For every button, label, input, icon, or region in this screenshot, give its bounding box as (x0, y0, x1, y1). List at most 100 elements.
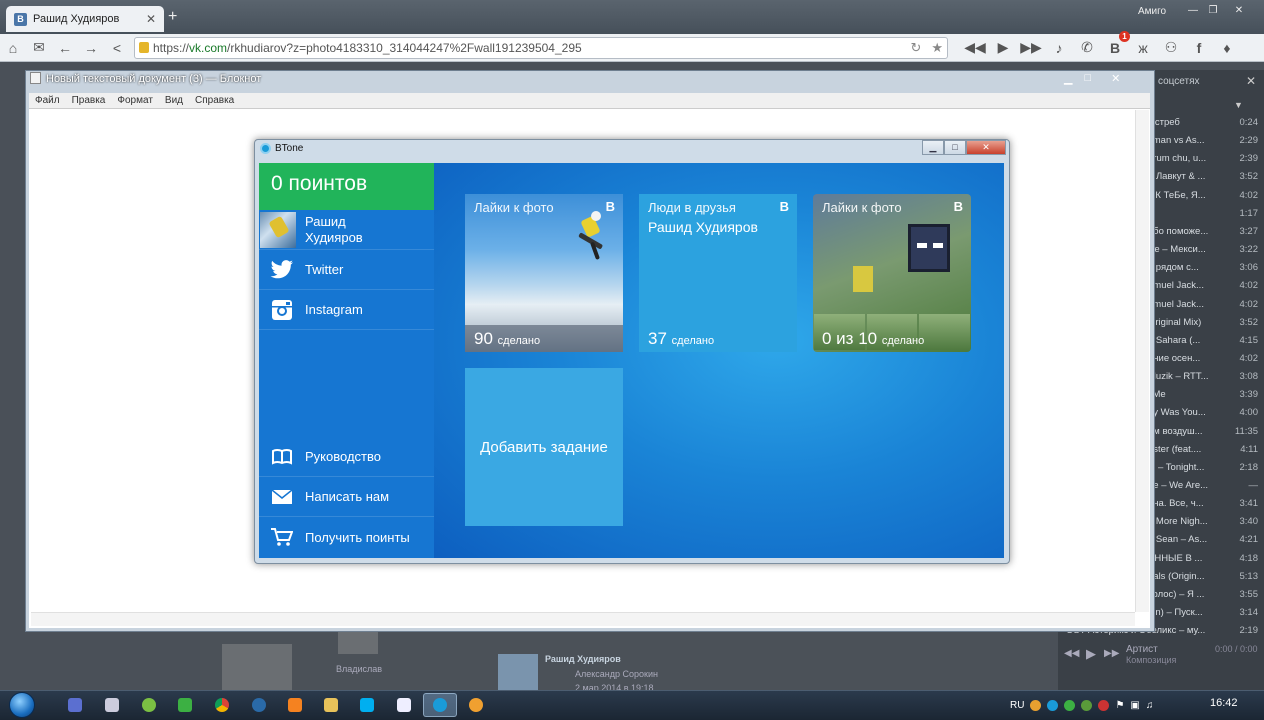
chat-icon[interactable]: ✆ (1074, 37, 1100, 59)
tray-flag-icon[interactable]: ⚑ (1115, 700, 1124, 711)
track-row[interactable]: e More Nigh... 3:40 (1148, 516, 1258, 534)
track-row[interactable]: у К ТеБе, Я... 4:02 (1148, 190, 1258, 208)
close-icon[interactable]: ✕ (1230, 4, 1248, 18)
sidebar-item-instagram[interactable]: Instagram (259, 290, 434, 330)
track-row[interactable]: ay Was You... 4:00 (1148, 407, 1258, 425)
track-row[interactable]: я рядом с... 3:06 (1148, 262, 1258, 280)
home-icon[interactable]: ⌂ (0, 37, 26, 59)
task-tile-photo-likes[interactable]: Лайки к фото B 90 сделано (465, 194, 623, 352)
track-row[interactable]: amuel Jack... 4:02 (1148, 299, 1258, 317)
bookmark-star-icon[interactable]: ★ (931, 40, 943, 56)
add-task-button[interactable]: Добавить задание (465, 368, 623, 526)
next-icon[interactable]: ▶▶ (1018, 37, 1044, 59)
twitter-icon[interactable]: ♦ (1214, 37, 1240, 59)
track-row[interactable]: – Sahara (... 4:15 (1148, 335, 1258, 353)
player-play-icon[interactable]: ▶ (1086, 646, 1096, 662)
track-row[interactable]: amuel Jack... 4:02 (1148, 280, 1258, 298)
feed-author[interactable]: Рашид Худияров (545, 654, 621, 664)
tray-leaf-icon[interactable] (1081, 699, 1093, 711)
feed-post-avatar[interactable] (498, 654, 538, 692)
tray-network-icon[interactable]: ▣ (1130, 700, 1139, 711)
btone-maximize-icon[interactable]: □ (944, 140, 966, 155)
notepad-vertical-scrollbar[interactable] (1135, 110, 1149, 612)
music-panel-close-icon[interactable]: ✕ (1246, 74, 1256, 88)
btone-close-icon[interactable]: ✕ (966, 140, 1006, 155)
track-row[interactable]: ie – Tonight... 2:18 (1148, 462, 1258, 480)
track-row[interactable]: же – Мекси... 3:22 (1148, 244, 1258, 262)
prev-icon[interactable]: ◀◀ (962, 37, 988, 59)
new-tab-button[interactable]: + (168, 8, 177, 26)
track-row[interactable]: Ястреб 0:24 (1148, 117, 1258, 135)
menu-edit[interactable]: Правка (72, 95, 106, 106)
player-next-icon[interactable]: ▶▶ (1104, 648, 1119, 659)
browser-tab[interactable]: B Рашид Худияров ✕ (6, 6, 164, 32)
music-dropdown-icon[interactable]: ▼ (1234, 100, 1243, 110)
music-note-icon[interactable]: ♪ (1046, 37, 1072, 59)
track-row[interactable]: Голос) – Я ... 3:55 (1148, 589, 1258, 607)
track-row[interactable]: Muzik – RTT... 3:08 (1148, 371, 1258, 389)
track-row[interactable]: ае – We Are... — (1148, 480, 1258, 498)
task-tile-photo-likes-minecraft[interactable]: Лайки к фото B 0 из 10 сделано (813, 194, 971, 352)
taskbar-app-star[interactable] (168, 693, 202, 717)
feed-thumbnail[interactable] (222, 644, 292, 692)
track-row[interactable]: й Лавкут & ... 3:52 (1148, 171, 1258, 189)
btone-minimize-icon[interactable]: ▁ (922, 140, 944, 155)
mail-icon[interactable]: ✉ (26, 37, 52, 59)
track-row[interactable]: g Sean – As... 4:21 (1148, 534, 1258, 552)
track-row[interactable]: urum chu, u... 2:39 (1148, 153, 1258, 171)
forward-icon[interactable]: → (78, 37, 104, 59)
track-row[interactable]: ебо поможе... 3:27 (1148, 226, 1258, 244)
reload-icon[interactable]: ↻ (910, 40, 921, 56)
sidebar-item-get-points[interactable]: Получить поинты (259, 517, 434, 557)
sidebar-item-guide[interactable]: Руководство (259, 437, 434, 477)
notepad-minimize-icon[interactable]: ▁ (1064, 72, 1072, 88)
start-button[interactable] (6, 690, 38, 720)
task-tile-add-friends[interactable]: Люди в друзья Рашид Худияров B 37 сделан… (639, 194, 797, 352)
minimize-icon[interactable]: — (1184, 4, 1202, 18)
menu-view[interactable]: Вид (165, 95, 183, 106)
track-row[interactable]: ' Me 3:39 (1148, 389, 1258, 407)
track-row[interactable]: ана. Все, ч... 3:41 (1148, 498, 1258, 516)
track-row[interactable]: ЕННЫЕ В ... 4:18 (1148, 553, 1258, 571)
tab-close-icon[interactable]: ✕ (146, 12, 156, 26)
feed-reposter[interactable]: Александр Сорокин (575, 669, 658, 679)
share-icon[interactable]: < (104, 37, 130, 59)
taskbar-app-skype[interactable] (350, 693, 384, 717)
track-row[interactable]: ion) – Пуск... 3:14 (1148, 607, 1258, 625)
maximize-icon[interactable]: ❐ (1204, 4, 1222, 18)
notepad-maximize-icon[interactable]: □ (1084, 72, 1091, 88)
menu-help[interactable]: Справка (195, 95, 234, 106)
odnoklassniki-icon[interactable]: ж (1130, 37, 1156, 59)
vk-icon[interactable]: B1 (1102, 30, 1130, 59)
notepad-horizontal-scrollbar[interactable] (31, 612, 1135, 626)
track-row[interactable]: ем воздуш... 11:35 (1148, 426, 1258, 444)
track-row[interactable]: ение осен... 4:02 (1148, 353, 1258, 371)
tray-btone-icon[interactable] (1047, 699, 1059, 711)
taskbar-app-ok[interactable] (278, 693, 312, 717)
taskbar-app-green[interactable] (132, 693, 166, 717)
address-bar[interactable]: https://vk.com/rkhudiarov?z=photo4183310… (134, 36, 948, 59)
notepad-close-icon[interactable]: ✕ (1111, 72, 1120, 88)
menu-file[interactable]: Файл (35, 95, 60, 106)
facebook-icon[interactable]: f (1186, 37, 1212, 59)
tray-antivirus-icon[interactable] (1098, 699, 1110, 711)
taskbar-app-globe[interactable] (242, 693, 276, 717)
sidebar-item-twitter[interactable]: Twitter (259, 250, 434, 290)
taskbar-app-notepad[interactable] (387, 693, 421, 717)
back-icon[interactable]: ← (52, 37, 78, 59)
tray-app-icon[interactable] (1030, 699, 1042, 711)
taskbar-app-chrome[interactable] (205, 693, 239, 717)
track-row[interactable]: Original Mix) 3:52 (1148, 317, 1258, 335)
language-indicator[interactable]: RU (1010, 700, 1024, 711)
sidebar-item-profile[interactable]: Рашид Худияров (259, 210, 434, 250)
track-row[interactable]: nster (feat.... 4:11 (1148, 444, 1258, 462)
feed-name[interactable]: Владислав (336, 664, 382, 674)
tray-volume-icon[interactable]: ♫ (1146, 700, 1154, 711)
tray-update-icon[interactable] (1064, 699, 1076, 711)
feed-avatar[interactable] (338, 632, 378, 654)
track-row[interactable]: 1:17 (1148, 208, 1259, 226)
track-row[interactable]: nals (Origin... 5:13 (1148, 571, 1258, 589)
browser-user-name[interactable]: Амиго (1138, 6, 1166, 17)
system-clock[interactable]: 16:42 (1210, 697, 1238, 709)
taskbar-app-folder[interactable] (314, 693, 348, 717)
